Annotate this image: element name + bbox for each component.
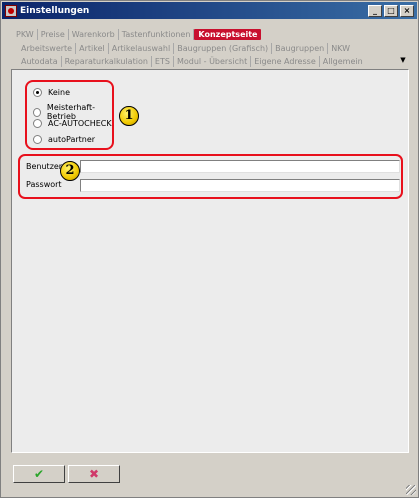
radio-button[interactable] [33, 135, 42, 144]
concept-option-group: Keine Meisterhaft-Betrieb AC-AUTOCHECK a… [25, 80, 114, 150]
settings-window: Einstellungen _ □ × PKW Preise Warenkorb… [0, 0, 419, 498]
password-label: Passwort [26, 180, 62, 189]
radio-label: autoPartner [48, 135, 96, 144]
radio-button[interactable] [33, 107, 41, 117]
tab-eigene-adresse[interactable]: Eigene Adresse [251, 55, 320, 67]
radio-label: Keine [48, 88, 70, 97]
radio-option-autopartner[interactable]: autoPartner [33, 135, 95, 144]
tab-autodata[interactable]: Autodata [18, 55, 62, 67]
resize-grip-icon[interactable] [406, 485, 416, 495]
tab-arbeitswerte[interactable]: Arbeitswerte [18, 42, 77, 54]
tab-artikel[interactable]: Artikel [76, 42, 109, 54]
radio-button[interactable] [33, 119, 42, 128]
close-button[interactable]: × [400, 4, 414, 17]
title-bar[interactable]: Einstellungen _ □ × [2, 2, 417, 19]
radio-button-checked[interactable] [33, 88, 42, 97]
cancel-button[interactable]: ✖ [68, 465, 120, 483]
radio-label: AC-AUTOCHECK [48, 119, 112, 128]
tab-row-1: PKW Preise Warenkorb Tastenfunktionen Ko… [13, 28, 262, 40]
tab-nkw[interactable]: NKW [328, 43, 353, 54]
tab-scroll-down-icon[interactable]: ▼ [398, 55, 408, 65]
user-label: Benutzer [26, 162, 63, 171]
maximize-button[interactable]: □ [384, 4, 398, 17]
tab-artikelauswahl[interactable]: Artikelauswahl [109, 42, 175, 54]
tab-modul-uebersicht[interactable]: Modul - Übersicht [174, 55, 252, 67]
tab-allgemein[interactable]: Allgemein [320, 56, 366, 67]
cancel-x-icon: ✖ [88, 467, 100, 481]
radio-option-keine[interactable]: Keine [33, 88, 70, 97]
tab-tastenfunktionen[interactable]: Tastenfunktionen [119, 28, 195, 40]
minimize-button[interactable]: _ [368, 4, 382, 17]
tab-ets[interactable]: ETS [152, 55, 174, 67]
callout-badge-2: 2 [60, 161, 80, 181]
tab-baugruppen-grafisch[interactable]: Baugruppen (Grafisch) [174, 42, 273, 54]
tab-preise[interactable]: Preise [38, 28, 69, 40]
checkmark-icon: ✔ [33, 467, 45, 481]
password-input[interactable] [80, 179, 400, 192]
callout-badge-1: 1 [119, 106, 139, 126]
app-icon [5, 4, 17, 17]
tab-konzeptseite[interactable]: Konzeptseite [194, 28, 262, 40]
ok-button[interactable]: ✔ [13, 465, 65, 483]
tab-reparaturkalkulation[interactable]: Reparaturkalkulation [62, 55, 152, 67]
window-title: Einstellungen [20, 5, 90, 16]
tab-warenkorb[interactable]: Warenkorb [69, 28, 119, 40]
tab-row-3: Autodata Reparaturkalkulation ETS Modul … [18, 55, 366, 67]
user-input[interactable] [80, 160, 400, 173]
tab-baugruppen[interactable]: Baugruppen [272, 42, 329, 54]
radio-option-ac-autocheck[interactable]: AC-AUTOCHECK [33, 119, 112, 128]
tab-pkw[interactable]: PKW [13, 28, 38, 40]
tab-row-2: Arbeitswerte Artikel Artikelauswahl Baug… [18, 42, 353, 54]
